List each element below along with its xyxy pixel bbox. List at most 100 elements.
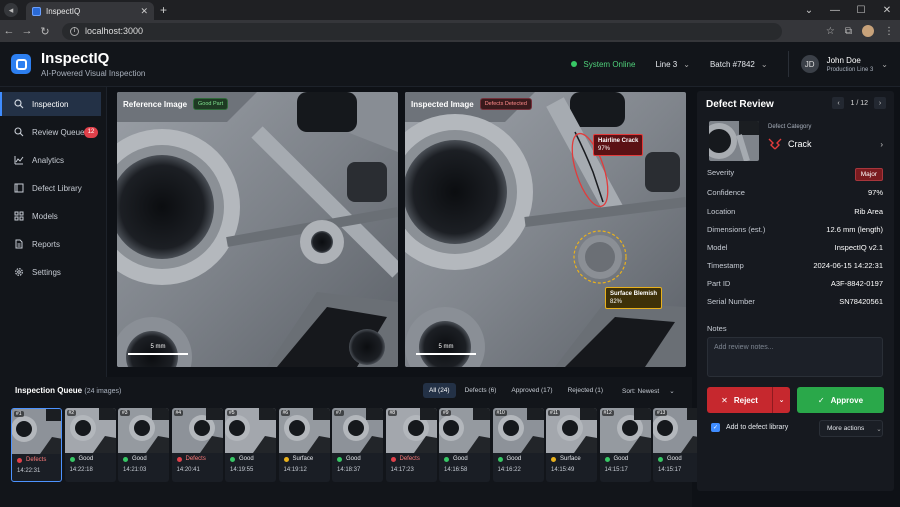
url-text: localhost:3000 [85, 26, 144, 36]
field-value: Rib Area [854, 207, 883, 216]
scale-label: 5 mm [150, 344, 166, 350]
approve-label: Approve [830, 395, 864, 405]
thumbnail-status: Defects [176, 456, 206, 462]
notes-textarea[interactable]: Add review notes... [707, 337, 883, 377]
inspected-title: Inspected Image [411, 99, 474, 109]
inspected-part-image[interactable] [405, 92, 686, 367]
status-dot-icon [176, 456, 182, 462]
thumbnail-number: #8 [387, 410, 398, 416]
status-dot-icon [551, 456, 556, 462]
queue-thumbnail[interactable]: #2 Good 14:22:18 [64, 408, 116, 482]
reload-icon[interactable]: ↻ [36, 25, 54, 38]
sidebar-item-inspection[interactable]: Inspection [0, 92, 101, 116]
thumbnail-time: 14:16:22 [497, 467, 521, 473]
user-menu-chevron-icon[interactable]: ⌄ [881, 60, 888, 69]
reject-options-chevron-icon[interactable]: ⌄ [772, 387, 790, 413]
next-icon[interactable]: › [874, 97, 886, 109]
more-actions-label: More actions [827, 425, 865, 432]
status-dot-icon [604, 456, 610, 462]
site-info-icon[interactable]: i [70, 26, 79, 36]
queue-thumbnail[interactable]: #7 Good 14:18:37 [332, 408, 383, 482]
status-dot-icon [337, 456, 342, 462]
checkbox-checked-icon[interactable]: ✓ [711, 423, 720, 432]
chevron-down-icon: ⌄ [669, 387, 675, 395]
filter-rejected[interactable]: Rejected (1) [562, 383, 609, 398]
tab-list-icon[interactable]: ⌄ [796, 5, 822, 16]
blemish-annotation[interactable]: Surface Blemish 82% [605, 287, 663, 309]
sidebar-item-label: Reports [32, 239, 61, 249]
chevron-right-icon[interactable]: › [880, 140, 883, 149]
status-label: Good [506, 456, 522, 462]
field-location: Location Rib Area [707, 207, 883, 216]
profile-icon[interactable] [862, 25, 874, 37]
field-value: 12.6 mm (length) [826, 225, 883, 234]
prev-icon[interactable]: ‹ [832, 97, 845, 109]
queue-thumbnail[interactable]: #3 Good 14:21:03 [118, 408, 169, 482]
add-to-library-checkbox[interactable]: ✓ Add to defect library [711, 423, 788, 432]
sidebar-item-models[interactable]: Models [0, 204, 102, 228]
queue-thumbnail[interactable]: #4 Defects 14:20:41 [171, 408, 223, 482]
thumbnail-status: Good [337, 456, 361, 462]
line-select[interactable]: Line 3 ⌄ [655, 60, 690, 69]
browser-tab[interactable]: InspectIQ ✕ [26, 2, 154, 20]
more-actions-select[interactable]: More actions ⌄ [819, 420, 883, 437]
close-window-icon[interactable]: ✕ [874, 5, 900, 16]
sidebar-item-label: Defect Library [32, 183, 82, 193]
sidebar-item-settings[interactable]: Settings [0, 260, 102, 284]
queue-title-text: Inspection Queue [15, 386, 83, 395]
status-label: Surface [560, 456, 581, 462]
app-name: InspectIQ [41, 50, 110, 67]
minimize-icon[interactable]: — [822, 5, 848, 16]
category-text: Crack [788, 139, 812, 149]
status-label: Good [132, 456, 147, 462]
url-input[interactable]: i localhost:3000 [62, 22, 782, 40]
filter-all[interactable]: All (24) [423, 383, 456, 398]
crack-annotation[interactable]: Hairline Crack 97% [593, 134, 644, 156]
models-icon [14, 211, 24, 221]
approve-button[interactable]: ✓ Approve [797, 387, 884, 413]
sidebar-item-defect-library[interactable]: Defect Library [0, 176, 102, 200]
queue-thumbnail[interactable]: #11 Surface 14:15:49 [546, 408, 597, 482]
field-value: A3F-8842-0197 [830, 279, 883, 288]
app-logo-icon [11, 54, 31, 74]
sort-select[interactable]: Sort: Newest ⌄ [622, 387, 675, 395]
filter-defects[interactable]: Defects (6) [459, 383, 503, 398]
batch-select[interactable]: Batch #7842 ⌄ [710, 60, 768, 69]
queue-thumbnail[interactable]: #12 Good 14:15:17 [599, 408, 651, 482]
queue-thumbnail[interactable]: #6 Surface 14:19:12 [278, 408, 330, 482]
thumbnail-number: #13 [655, 410, 668, 416]
forward-icon[interactable]: → [18, 25, 36, 37]
favicon-icon [32, 6, 41, 16]
reference-part-image[interactable] [117, 92, 398, 367]
chart-icon [14, 156, 24, 165]
close-tab-icon[interactable]: ✕ [140, 6, 148, 17]
extensions-icon[interactable]: ⧉ [845, 26, 852, 37]
queue-thumbnail[interactable]: #1 Defects 14:22:31 [11, 408, 62, 482]
category-value[interactable]: Crack [768, 138, 812, 150]
defect-thumbnail[interactable] [709, 121, 759, 161]
browser-menu-icon[interactable]: ⋮ [884, 26, 894, 37]
queue-thumbnail[interactable]: #8 Defects 14:17:23 [385, 408, 437, 482]
sidebar-item-reports[interactable]: Reports [0, 232, 102, 256]
sidebar-item-label: Models [32, 211, 58, 221]
user-info[interactable]: John Doe Production Line 3 [827, 56, 874, 73]
status-label: Surface [292, 456, 314, 462]
bookmark-star-icon[interactable]: ☆ [826, 26, 835, 37]
queue-thumbnail[interactable]: #9 Good 14:16:58 [439, 408, 490, 482]
batch-value: Batch #7842 [709, 59, 755, 69]
queue-thumbnail[interactable]: #5 Good 14:19:55 [225, 408, 276, 482]
tab-search-icon[interactable]: ◂ [4, 3, 18, 17]
avatar[interactable]: JD [800, 55, 819, 73]
status-dot-icon [230, 456, 235, 462]
maximize-icon[interactable]: ☐ [848, 5, 874, 16]
sidebar-item-analytics[interactable]: Analytics [0, 148, 102, 172]
sidebar-item-label: Inspection [32, 99, 69, 109]
new-tab-icon[interactable]: + [160, 3, 167, 17]
queue-thumbnail[interactable]: #10 Good 14:16:22 [492, 408, 544, 482]
filter-approved[interactable]: Approved (17) [505, 383, 558, 398]
back-icon[interactable]: ← [0, 25, 18, 37]
reject-button[interactable]: ✕ Reject ⌄ [707, 387, 790, 413]
sidebar-item-review-queue[interactable]: Review Queue 12 [0, 120, 102, 144]
reject-main[interactable]: ✕ Reject [707, 387, 772, 413]
annotation-confidence: 82% [610, 299, 623, 305]
